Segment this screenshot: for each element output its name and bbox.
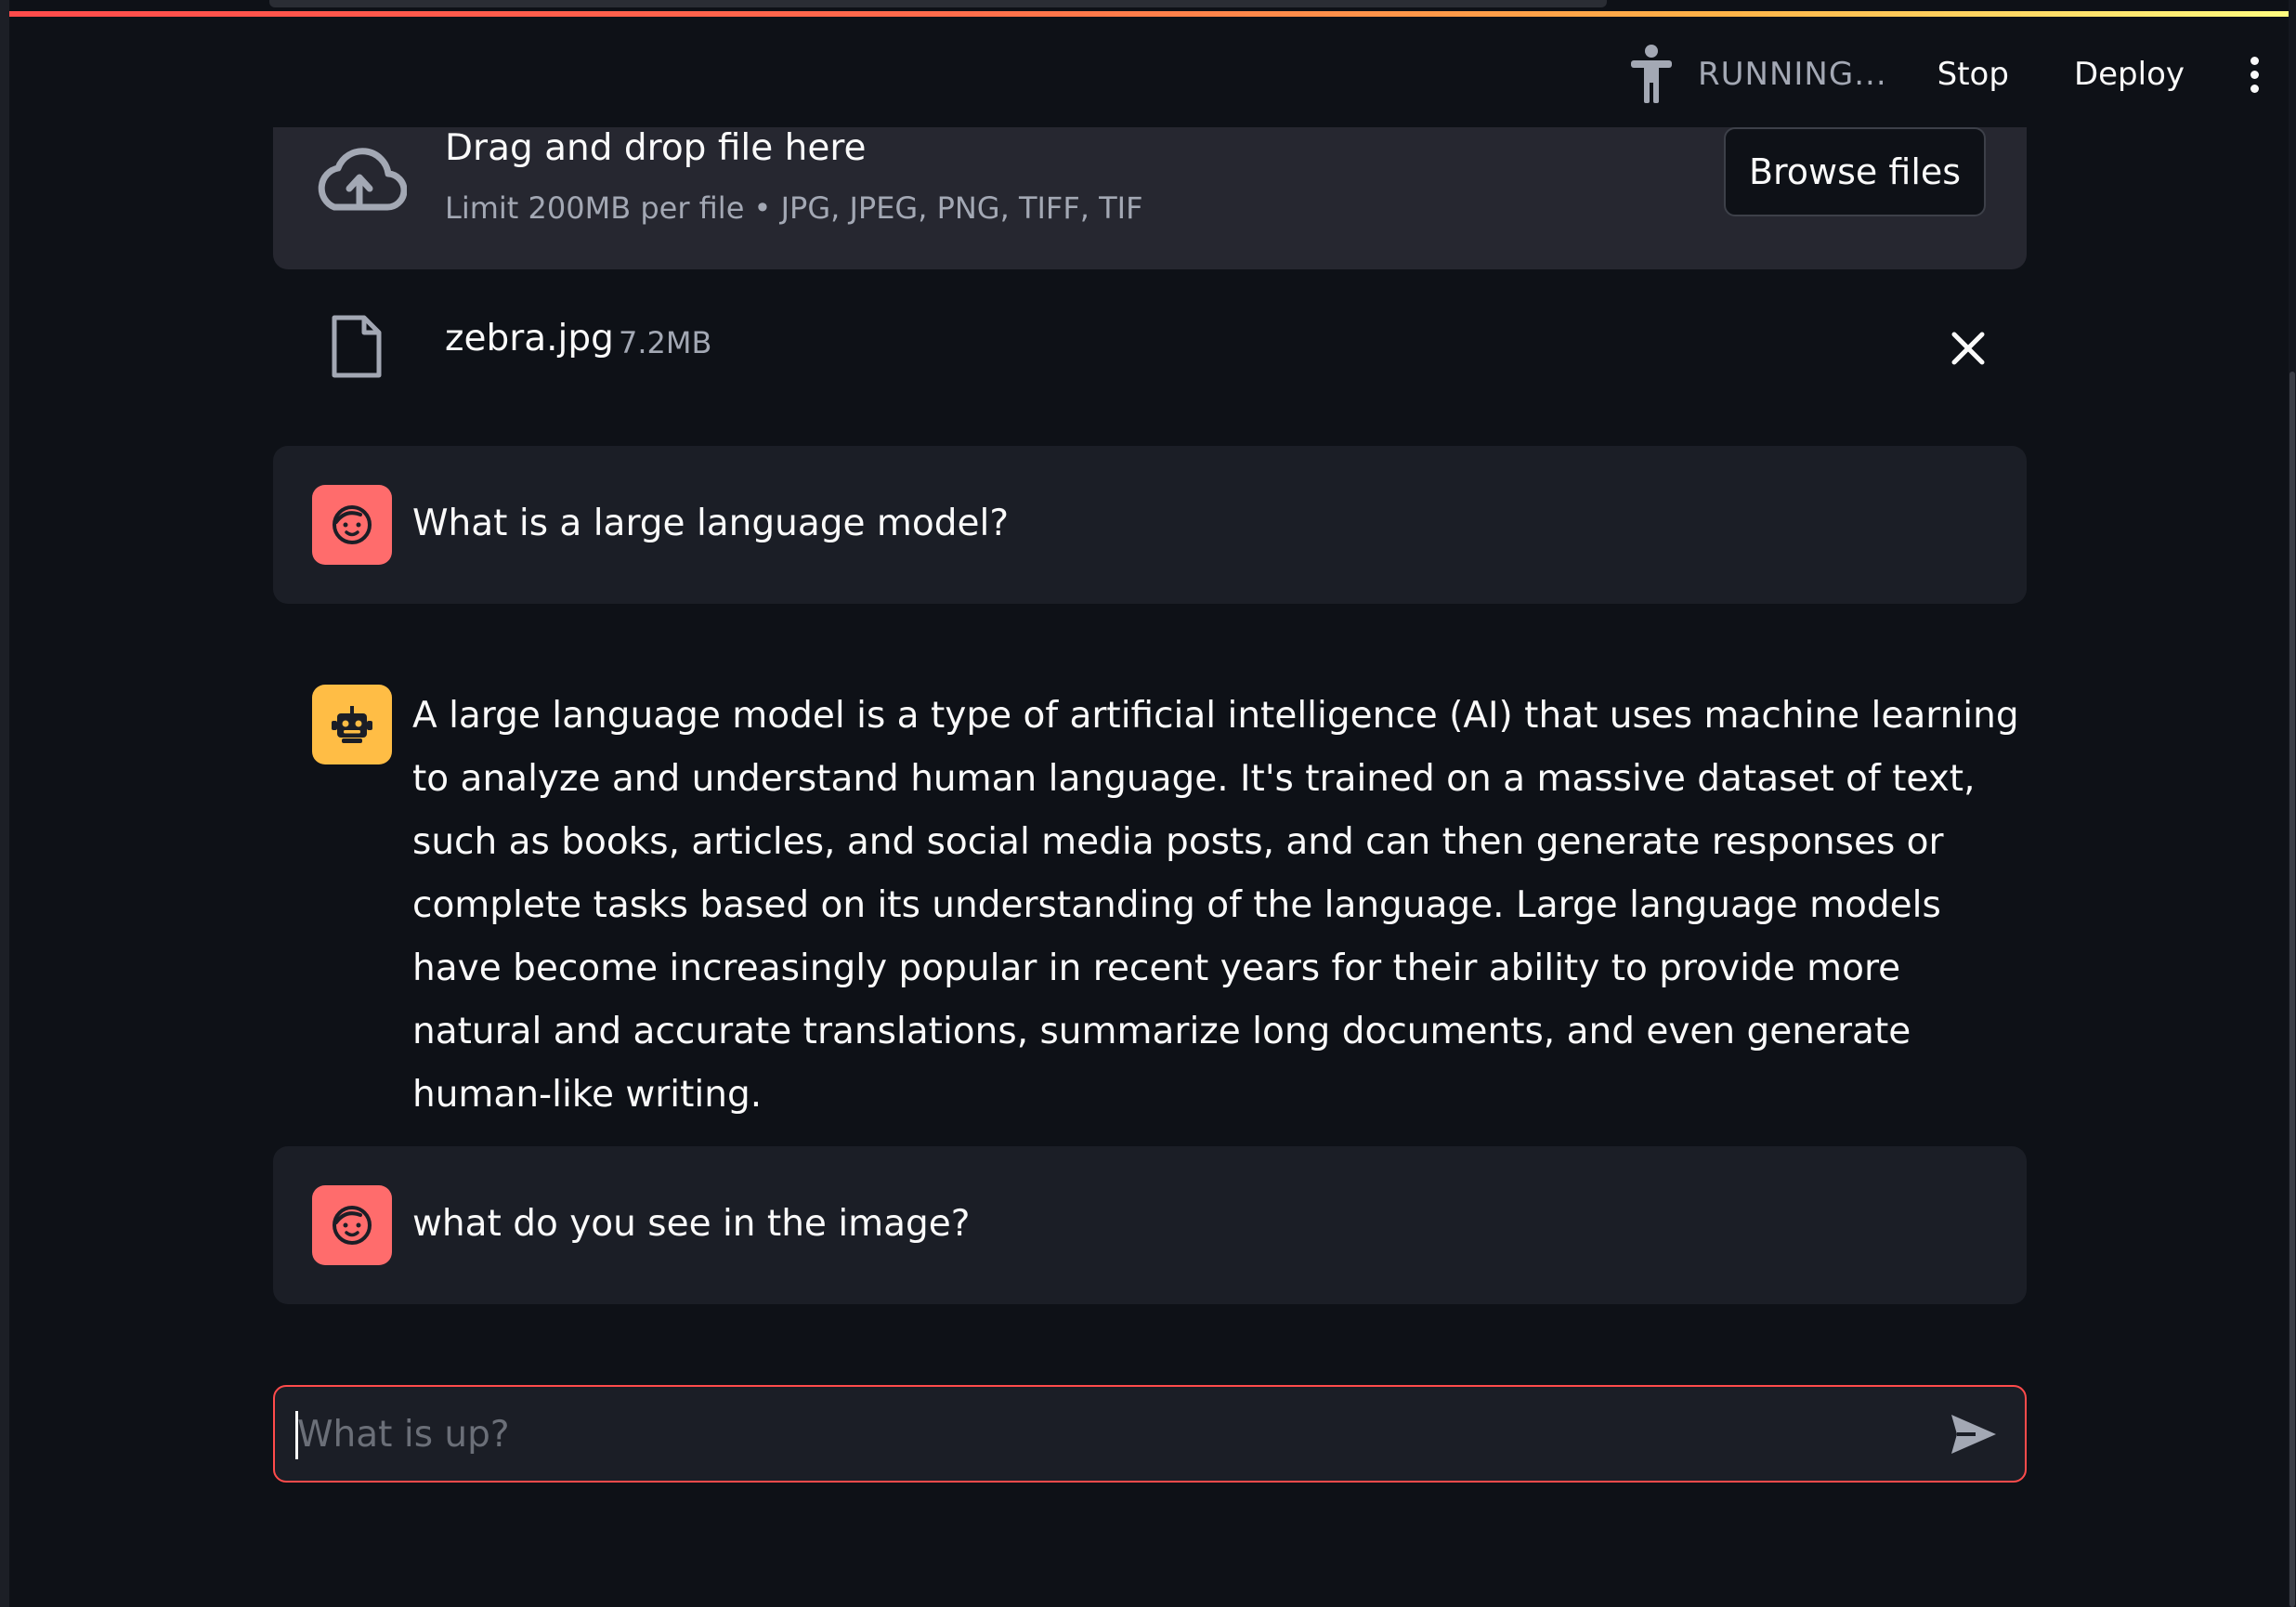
chat-message-user: what do you see in the image? (273, 1146, 2027, 1304)
file-uploader-dropzone[interactable]: Drag and drop file here Limit 200MB per … (273, 127, 2027, 269)
chat-input-container (273, 1385, 2027, 1483)
stop-button[interactable]: Stop (1937, 56, 2009, 93)
file-icon (331, 314, 383, 379)
send-icon[interactable] (1947, 1407, 2001, 1461)
browse-files-button[interactable]: Browse files (1724, 127, 1986, 216)
chat-message-assistant: A large language model is a type of arti… (273, 646, 2027, 1116)
toolbar: RUNNING... Stop Deploy (1624, 37, 2268, 111)
decoration-bar (9, 11, 2296, 17)
kebab-menu-icon[interactable] (2240, 46, 2268, 102)
message-text: A large language model is a type of arti… (412, 695, 2019, 1116)
user-face-icon (312, 1185, 392, 1265)
window-edge (0, 0, 9, 1607)
scrollbar-track[interactable] (2289, 0, 2296, 1607)
running-status: RUNNING... (1698, 56, 1887, 93)
scrollbar-thumb[interactable] (2289, 372, 2295, 1607)
file-size: 7.2MB (619, 325, 712, 360)
top-tab-strip (269, 0, 1607, 7)
deploy-button[interactable]: Deploy (2074, 56, 2185, 93)
close-icon[interactable] (1945, 325, 1991, 372)
running-person-icon (1624, 42, 1679, 107)
dropzone-title: Drag and drop file here (445, 127, 867, 169)
uploaded-file: zebra.jpg 7.2MB (273, 297, 2027, 399)
dropzone-limits: Limit 200MB per file • JPG, JPEG, PNG, T… (445, 190, 1143, 226)
app-window: RUNNING... Stop Deploy Drag and drop fil… (0, 0, 2296, 1607)
message-text: what do you see in the image? (412, 1203, 971, 1245)
message-text: What is a large language model? (412, 503, 1010, 544)
cloud-upload-icon (312, 146, 408, 220)
file-name: zebra.jpg (445, 318, 614, 359)
chat-input[interactable] (295, 1387, 1878, 1483)
chat-message-user: What is a large language model? (273, 446, 2027, 604)
robot-icon (312, 685, 392, 764)
user-face-icon (312, 485, 392, 565)
